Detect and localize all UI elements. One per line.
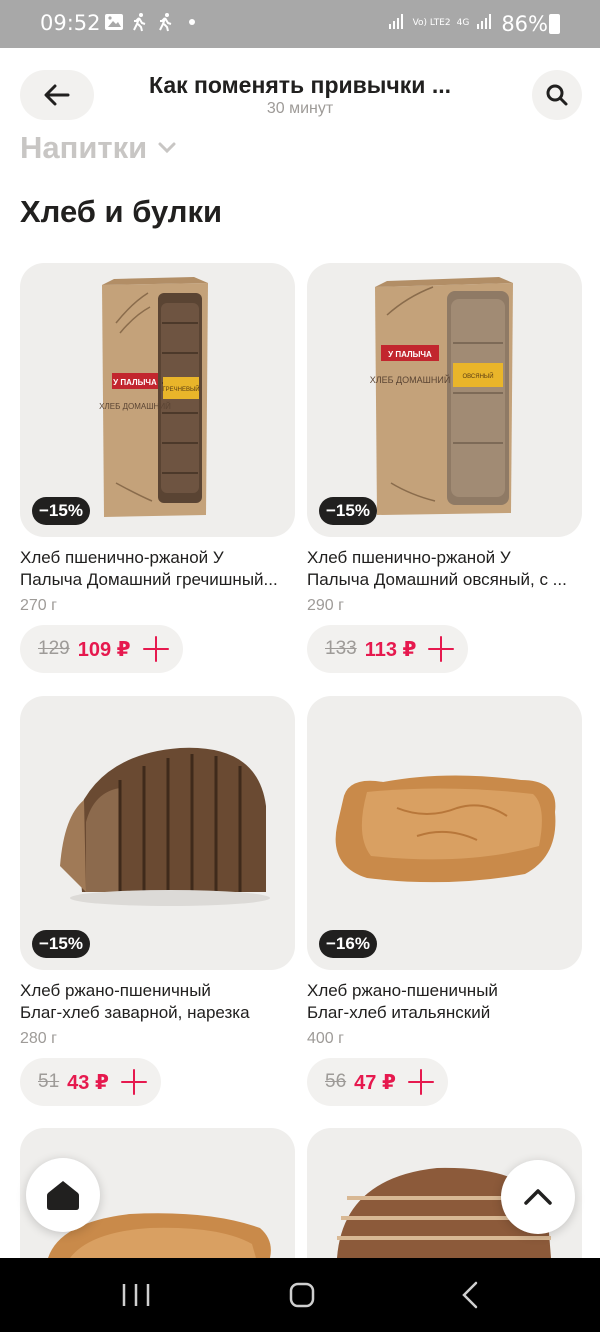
chevron-up-icon [524,1189,552,1205]
product-image[interactable]: −15% [20,696,295,970]
dot-icon [182,12,202,32]
product-name: Хлеб пшенично-ржаной У Палыча Домашний о… [307,547,582,591]
discount-badge: −15% [319,497,377,525]
new-price: 47 ₽ [354,1071,396,1094]
walking-icon [130,12,150,32]
category-label: Напитки [20,130,148,165]
walking-icon [156,12,176,32]
new-price: 113 ₽ [364,638,417,661]
product-name-line: Хлеб ржано-пшеничный [20,981,211,1000]
delivery-time: 30 минут [266,100,334,117]
network-type: 4G [456,18,470,28]
old-price: 51 [38,1071,60,1092]
product-weight: 270 г [20,597,57,614]
page-title: Как поменять привычки ... [149,72,451,98]
package-brand: У ПАЛЫЧА [388,350,432,359]
product-card[interactable]: У ПАЛЫЧА ОВСЯНЫЙ ХЛЕБ ДОМАШНИЙ −15% Хлеб… [307,263,582,673]
product-name: Хлеб ржано-пшеничный Благ-хлеб заварной,… [20,980,295,1024]
home-icon [47,1181,79,1210]
product-name-line: Палыча Домашний овсяный, с ... [307,570,567,589]
package-sticker: ГРЕЧНЕВЫЙ [162,385,199,393]
package-sticker: ОВСЯНЫЙ [462,372,493,380]
old-price: 129 [38,638,70,659]
add-to-cart-button[interactable]: 129 109 ₽ [20,625,183,673]
home-button-icon [289,1282,315,1308]
system-home-button[interactable] [282,1280,322,1310]
battery-icon [549,14,560,34]
product-weight: 400 г [307,1030,344,1047]
signal-icon [387,11,407,36]
product-name-line: Благ-хлеб заварной, нарезка [20,1003,250,1022]
status-notification-icons [104,12,202,32]
recent-apps-button[interactable] [116,1280,156,1310]
product-weight: 290 г [307,597,344,614]
search-button[interactable] [532,70,582,120]
product-image[interactable]: У ПАЛЫЧА ОВСЯНЫЙ ХЛЕБ ДОМАШНИЙ −15% [307,263,582,537]
back-icon [462,1281,478,1309]
category-dropdown[interactable]: Напитки [20,130,177,166]
plus-icon [407,1069,434,1095]
package-title: ХЛЕБ ДОМАШНИЙ [99,402,171,411]
system-back-button[interactable] [450,1280,490,1310]
add-to-cart-button[interactable]: 133 113 ₽ [307,625,469,673]
old-price: 56 [325,1071,347,1092]
plus-icon [142,636,169,662]
discount-badge: −16% [319,930,377,958]
signal-icon [475,11,495,36]
scroll-to-top-button[interactable] [501,1160,575,1234]
product-image[interactable]: У ПАЛЫЧА ГРЕЧНЕВЫЙ ХЛЕБ ДОМАШНИЙ −15% [20,263,295,537]
network-label: Vo) LTE2 [412,18,451,28]
new-price: 109 ₽ [77,638,131,661]
plus-icon [120,1069,147,1095]
status-time: 09:52 [40,11,101,35]
header: Как поменять привычки ... 30 минут [0,48,600,128]
product-name-line: Палыча Домашний гречишный... [20,570,278,589]
product-name: Хлеб ржано-пшеничный Благ-хлеб итальянск… [307,980,582,1024]
gallery-icon [104,12,124,32]
add-to-cart-button[interactable]: 56 47 ₽ [307,1058,448,1106]
product-name-line: Хлеб ржано-пшеничный [307,981,498,1000]
battery-percent: 86% [501,11,548,36]
discount-badge: −15% [32,497,90,525]
search-icon [546,84,568,106]
product-name: Хлеб пшенично-ржаной У Палыча Домашний г… [20,547,295,591]
product-weight: 280 г [20,1030,57,1047]
back-button[interactable] [20,70,94,120]
system-nav-bar [0,1258,600,1332]
recent-apps-icon [122,1284,150,1306]
status-system-icons: Vo) LTE2 4G 86% [387,11,548,36]
arrow-left-icon [44,84,70,106]
old-price: 133 [325,638,357,659]
product-card[interactable]: У ПАЛЫЧА ГРЕЧНЕВЫЙ ХЛЕБ ДОМАШНИЙ −15% Хл… [20,263,295,673]
package-brand: У ПАЛЫЧА [113,378,157,387]
package-title: ХЛЕБ ДОМАШНИЙ [370,374,451,385]
status-bar: 09:52 Vo) LTE2 4G 86% [0,0,600,48]
product-name-line: Благ-хлеб итальянский [307,1003,491,1022]
section-title: Хлеб и булки [20,194,223,229]
new-price: 43 ₽ [67,1071,109,1094]
product-name-line: Хлеб пшенично-ржаной У [307,548,511,567]
add-to-cart-button[interactable]: 51 43 ₽ [20,1058,161,1106]
product-card[interactable]: −16% Хлеб ржано-пшеничный Благ-хлеб итал… [307,696,582,1106]
discount-badge: −15% [32,930,90,958]
product-card[interactable]: −15% Хлеб ржано-пшеничный Благ-хлеб зава… [20,696,295,1106]
home-button[interactable] [26,1158,100,1232]
product-image[interactable]: −16% [307,696,582,970]
product-name-line: Хлеб пшенично-ржаной У [20,548,224,567]
chevron-down-icon [158,142,176,154]
plus-icon [428,636,455,662]
